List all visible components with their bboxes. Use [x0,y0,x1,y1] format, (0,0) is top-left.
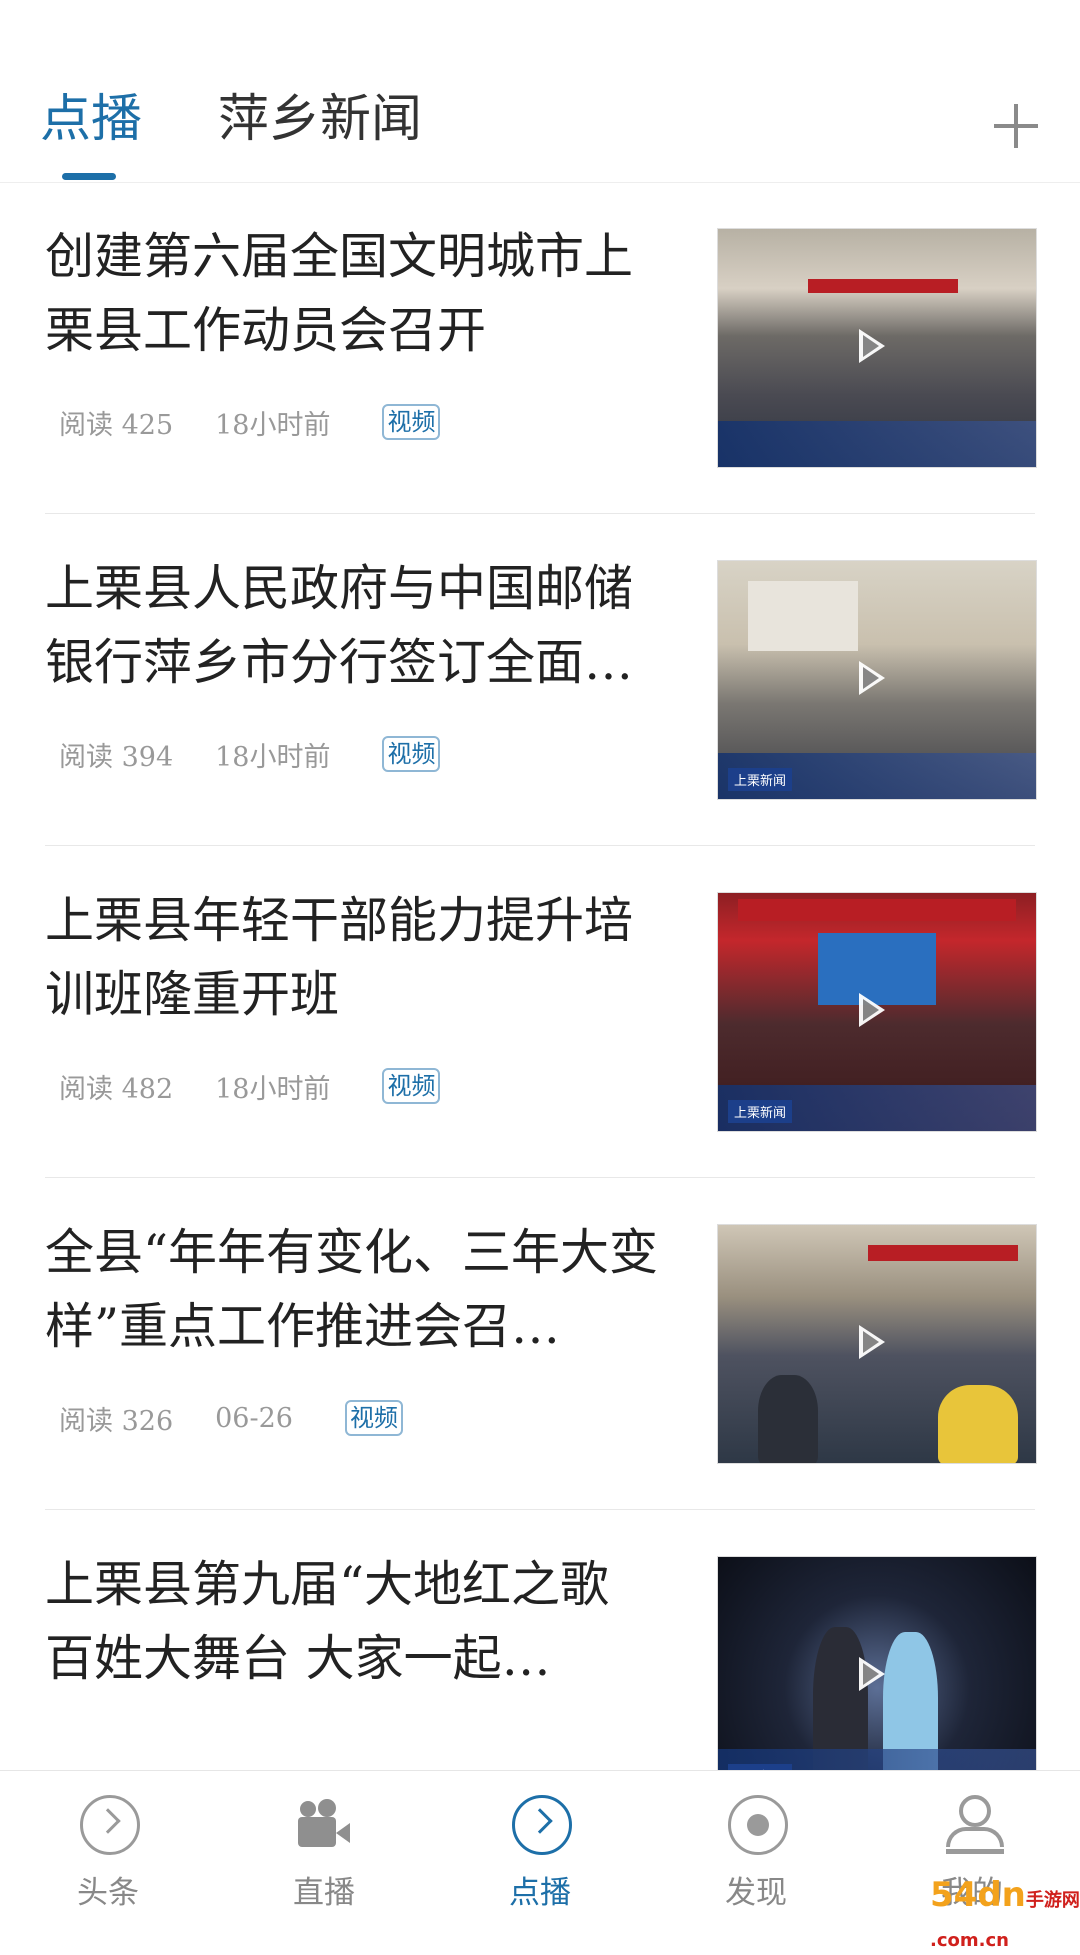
stage-banner [808,279,958,293]
news-meta: 阅读 394 18小时前 视频 [59,734,441,774]
news-title: 上栗县年轻干部能力提升培训班隆重开班 [45,892,634,1023]
thumbnail-caption-bar [718,421,1036,467]
circle-chevron-icon [512,1795,572,1855]
video-badge: 视频 [344,1400,403,1436]
publish-time: 06-26 [215,1402,293,1434]
tab-pingxiang-news[interactable]: 萍乡新闻 [218,88,422,152]
news-item[interactable]: 全县“年年有变化、三年大变样”重点工作推进会召… 阅读 326 06-26 视频 [45,1178,1037,1510]
disc-icon [728,1795,788,1855]
nav-discover[interactable]: 发现 [648,1771,864,1921]
nav-label: 点播 [509,1875,571,1911]
nav-live[interactable]: 直播 [216,1771,432,1921]
read-count: 阅读 425 [59,409,174,441]
bottom-navigation: 头条 直播 点播 发现 我的 [0,1770,1080,1921]
video-badge: 视频 [382,736,441,772]
video-badge: 视频 [382,1068,441,1104]
nav-on-demand[interactable]: 点播 [432,1771,648,1921]
news-item[interactable]: 上栗县人民政府与中国邮储银行萍乡市分行签订全面… 阅读 394 18小时前 视频… [45,514,1037,846]
play-icon[interactable] [859,993,885,1027]
news-item[interactable]: 创建第六届全国文明城市上栗县工作动员会召开 阅读 425 18小时前 视频 [45,182,1037,514]
tab-dianbo[interactable]: 点播 [40,88,142,152]
read-count: 阅读 326 [59,1405,174,1437]
news-thumbnail[interactable]: 上栗新闻 [717,560,1037,800]
stage-banner [868,1245,1018,1261]
news-thumbnail[interactable] [717,228,1037,468]
audience-figure [938,1385,1018,1463]
nav-label: 发现 [725,1875,787,1911]
publish-time: 18小时前 [215,409,331,441]
news-title: 全县“年年有变化、三年大变样”重点工作推进会召… [45,1224,659,1355]
nav-label: 头条 [77,1875,139,1911]
video-badge: 视频 [382,404,441,440]
news-item[interactable]: 上栗县年轻干部能力提升培训班隆重开班 阅读 482 18小时前 视频 上栗新闻 [45,846,1037,1178]
user-icon [944,1795,1004,1854]
stage-banner [738,899,1016,921]
active-tab-indicator [62,173,116,180]
publish-time: 18小时前 [215,741,331,773]
top-tab-bar: 点播 萍乡新闻 [0,0,1080,183]
news-thumbnail[interactable] [717,1224,1037,1464]
nav-label: 直播 [293,1875,355,1911]
watermark-logo: 54dn手游网 .com.cn [930,1875,1080,1951]
thumbnail-caption: 上栗新闻 [728,768,793,791]
news-list: 创建第六届全国文明城市上栗县工作动员会召开 阅读 425 18小时前 视频 上栗… [0,182,1080,1770]
play-icon[interactable] [859,329,885,363]
news-title: 上栗县第九届“大地红之歌 百姓大舞台 大家一起… [45,1556,610,1687]
news-title: 创建第六届全国文明城市上栗县工作动员会召开 [45,228,634,359]
read-count: 阅读 482 [59,1073,174,1105]
news-meta: 阅读 425 18小时前 视频 [59,402,441,442]
news-meta: 阅读 326 06-26 视频 [59,1398,403,1438]
play-icon[interactable] [859,1325,885,1359]
news-meta: 阅读 482 18小时前 视频 [59,1066,441,1106]
projection-screen [748,581,858,651]
play-icon[interactable] [859,661,885,695]
read-count: 阅读 394 [59,741,174,773]
publish-time: 18小时前 [215,1073,331,1105]
plus-icon[interactable] [990,100,1042,152]
nav-headlines[interactable]: 头条 [0,1771,216,1921]
news-thumbnail[interactable]: 上栗新闻 [717,892,1037,1132]
news-thumbnail[interactable]: 上栗新闻 [717,1556,1037,1770]
news-title: 上栗县人民政府与中国邮储银行萍乡市分行签订全面… [45,560,634,691]
audience-figure [758,1375,818,1463]
circle-chevron-icon [80,1795,140,1855]
news-item[interactable]: 上栗县第九届“大地红之歌 百姓大舞台 大家一起… 上栗新闻 [45,1510,1037,1770]
thumbnail-caption: 上栗新闻 [728,1100,793,1123]
video-camera-icon [296,1795,354,1853]
play-icon[interactable] [859,1657,885,1691]
